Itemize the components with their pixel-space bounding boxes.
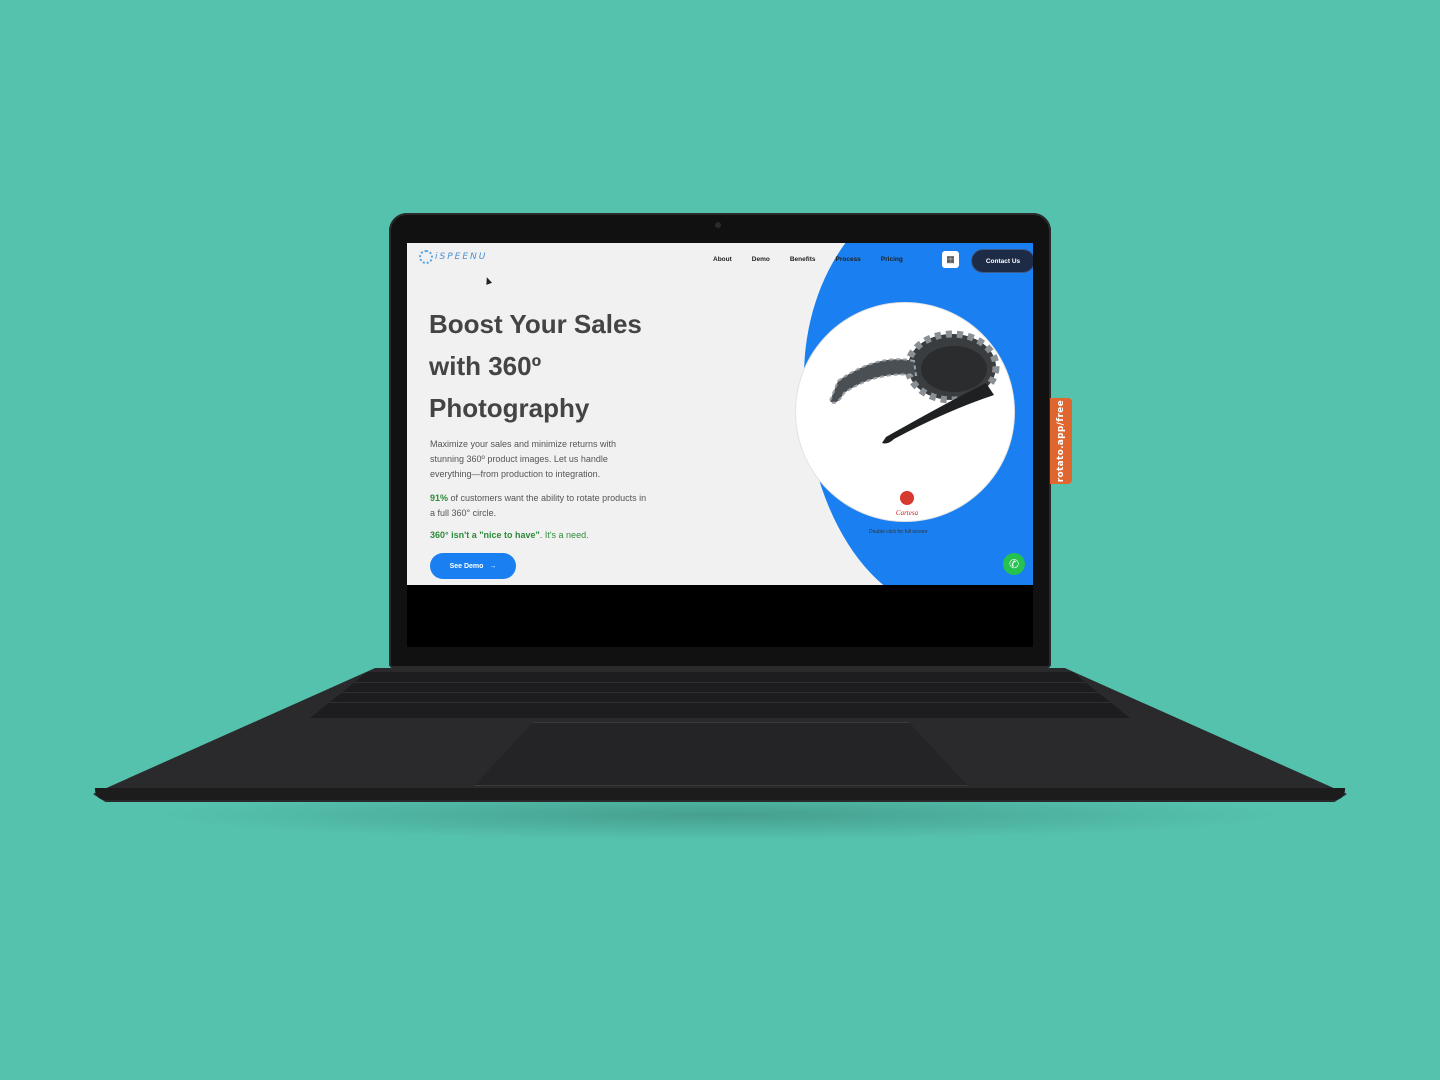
nav-demo[interactable]: Demo [752, 256, 770, 263]
laptop-lid: iSPEENU About Demo Benefits Process Pric… [389, 213, 1051, 668]
laptop-screen: iSPEENU About Demo Benefits Process Pric… [407, 243, 1033, 585]
statistic-text: of customers want the ability to rotate … [430, 493, 647, 518]
whatsapp-icon[interactable]: ✆ [1003, 553, 1025, 575]
arrow-right-icon: → [489, 562, 497, 570]
site-logo[interactable]: iSPEENU [419, 250, 487, 264]
see-demo-label: See Demo [449, 562, 484, 570]
laptop-trackpad [474, 722, 968, 786]
need-line-bold: 360° isn't a "nice to have" [430, 530, 540, 540]
qr-code-icon[interactable]: ▦ [942, 251, 959, 268]
svg-text:Cartesa: Cartesa [896, 509, 919, 517]
cartesa-logo: Cartesa [896, 491, 919, 517]
nav-process[interactable]: Process [836, 256, 861, 263]
keyboard-row [330, 702, 1110, 703]
nav-pricing[interactable]: Pricing [881, 256, 903, 263]
side-tab-label: rotato.app/free [1056, 399, 1066, 483]
nav-benefits[interactable]: Benefits [790, 256, 816, 263]
logo-text: iSPEENU [435, 252, 488, 262]
keyboard-row [340, 692, 1100, 693]
main-nav: About Demo Benefits Process Pricing [713, 256, 903, 263]
contact-us-button[interactable]: Contact Us [971, 249, 1033, 273]
nav-about[interactable]: About [713, 256, 732, 263]
webcam [715, 222, 721, 228]
logo-360-icon [419, 250, 433, 264]
statistic-percent: 91% [430, 493, 449, 503]
screen-bottom-bezel [407, 585, 1033, 647]
hero-need-line: 360° isn't a "nice to have". It's a need… [430, 530, 589, 540]
hero-title: Boost Your Sales with 360º Photography [429, 309, 642, 423]
need-line-rest: . It's a need. [539, 530, 589, 540]
laptop-base-edge [95, 788, 1345, 800]
hero-description: Maximize your sales and minimize returns… [430, 439, 617, 479]
see-demo-button[interactable]: See Demo → [430, 553, 516, 579]
hero-statistic: 91% of customers want the ability to rot… [430, 491, 650, 521]
laptop-keyboard [310, 672, 1130, 718]
keyboard-row [350, 682, 1090, 683]
mouse-cursor-icon [483, 276, 493, 285]
fullscreen-hint: Double click for full screen [869, 529, 928, 535]
rotato-side-tab[interactable]: rotato.app/free [1050, 398, 1072, 484]
